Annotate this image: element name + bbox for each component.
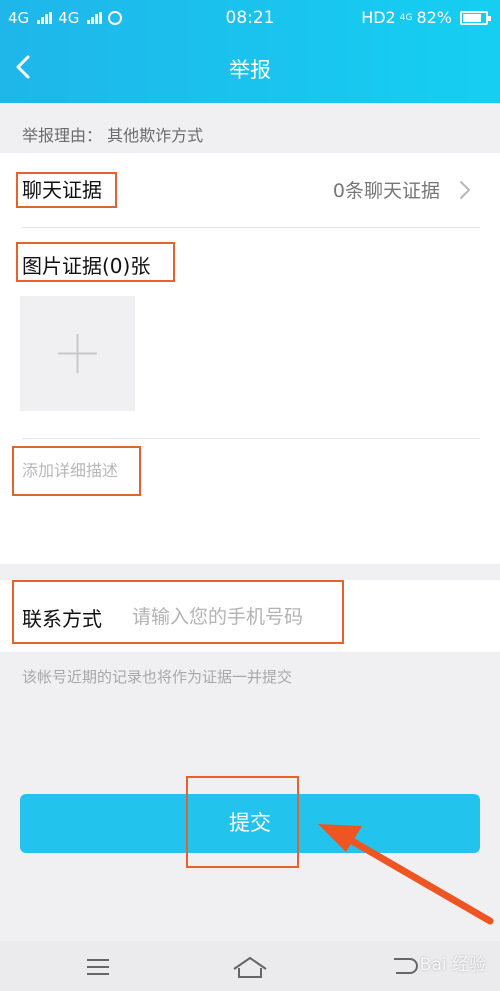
watermark: Bai 经验 [419,955,486,975]
menu-icon[interactable] [86,958,110,976]
back-icon[interactable] [390,955,420,979]
arrow-annotation [318,824,494,925]
home-icon[interactable] [232,955,268,979]
